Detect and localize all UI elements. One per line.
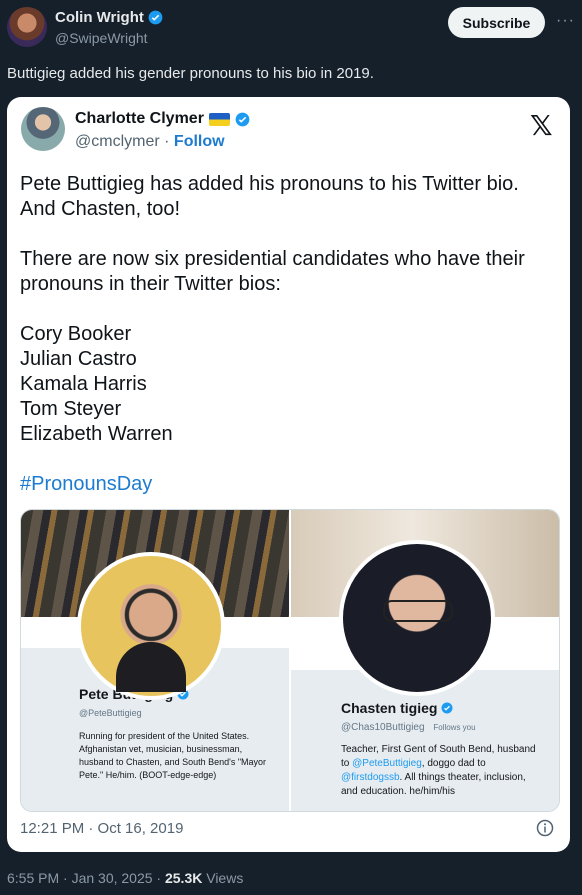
- chasten-avatar-glasses: [383, 600, 453, 622]
- quoted-author-name: Charlotte Clymer: [75, 110, 204, 127]
- pete-handle: @PeteButtigieg: [79, 708, 142, 718]
- candidate-item: Tom Steyer: [20, 398, 122, 420]
- quoted-body-line2: There are now six presidential candidate…: [20, 248, 525, 295]
- ukraine-flag-icon: [208, 112, 230, 126]
- candidate-item: Elizabeth Warren: [20, 423, 173, 445]
- mention-link: @firstdogssb: [341, 772, 400, 783]
- embedded-tweet-image[interactable]: Charlotte Clymer @cmclymer · Follow 𝕏 Pe…: [7, 97, 570, 852]
- chasten-bio: Teacher, First Gent of South Bend, husba…: [341, 743, 541, 799]
- author-avatar[interactable]: [7, 7, 47, 47]
- tweet-metadata: 6:55 PM · Jan 30, 2025 · 25.3K Views: [7, 870, 243, 886]
- chasten-bio-text: , doggo dad to: [421, 758, 486, 769]
- author-name[interactable]: Colin Wright: [55, 9, 144, 26]
- subscribe-button[interactable]: Subscribe: [448, 7, 545, 38]
- quoted-author-handle-row: @cmclymer · Follow: [75, 133, 225, 151]
- follows-you-badge: Follows you: [433, 723, 476, 732]
- quoted-timestamp: 12:21 PM · Oct 16, 2019: [20, 820, 184, 837]
- quoted-tweet-body: Pete Buttigieg has added his pronouns to…: [20, 172, 560, 497]
- profiles-media: Pete Buttigieg @PeteButtigieg Running fo…: [20, 509, 560, 812]
- mention-link: @PeteButtigieg: [352, 758, 422, 769]
- chasten-handle-row: @Chas10Buttigieg Follows you: [341, 722, 476, 733]
- views-label: Views: [202, 870, 244, 886]
- follow-link: Follow: [173, 133, 225, 150]
- verified-badge-icon: [235, 112, 250, 126]
- quoted-body-line1: Pete Buttigieg has added his pronouns to…: [20, 173, 519, 220]
- candidate-item: Kamala Harris: [20, 373, 147, 395]
- chasten-name-row: Chasten tigieg: [341, 700, 453, 716]
- chasten-name: Chasten tigieg: [341, 700, 438, 716]
- views-count: 25.3K: [164, 870, 203, 886]
- author-name-row[interactable]: Colin Wright: [55, 9, 163, 26]
- candidate-item: Cory Booker: [20, 323, 132, 345]
- tweet-timestamp[interactable]: 6:55 PM · Jan 30, 2025 ·: [7, 870, 165, 886]
- chasten-handle: @Chas10Buttigieg: [341, 722, 425, 733]
- hashtag-link: #PronounsDay: [20, 473, 153, 495]
- pete-bio: Running for president of the United Stat…: [79, 731, 267, 780]
- more-options-icon[interactable]: ···: [556, 12, 575, 30]
- author-handle[interactable]: @SwipeWright: [55, 30, 148, 46]
- quoted-author-name-row: Charlotte Clymer: [75, 110, 250, 128]
- verified-badge-icon: [148, 10, 163, 25]
- quoted-author-handle: @cmclymer: [75, 133, 160, 150]
- separator-dot: ·: [164, 133, 170, 150]
- tweet-text: Buttigieg added his gender pronouns to h…: [7, 65, 374, 82]
- x-logo-icon: 𝕏: [530, 109, 553, 142]
- verified-badge-icon: [441, 702, 453, 714]
- info-icon: [536, 819, 554, 837]
- quoted-author-avatar: [21, 107, 65, 151]
- candidate-item: Julian Castro: [20, 348, 137, 370]
